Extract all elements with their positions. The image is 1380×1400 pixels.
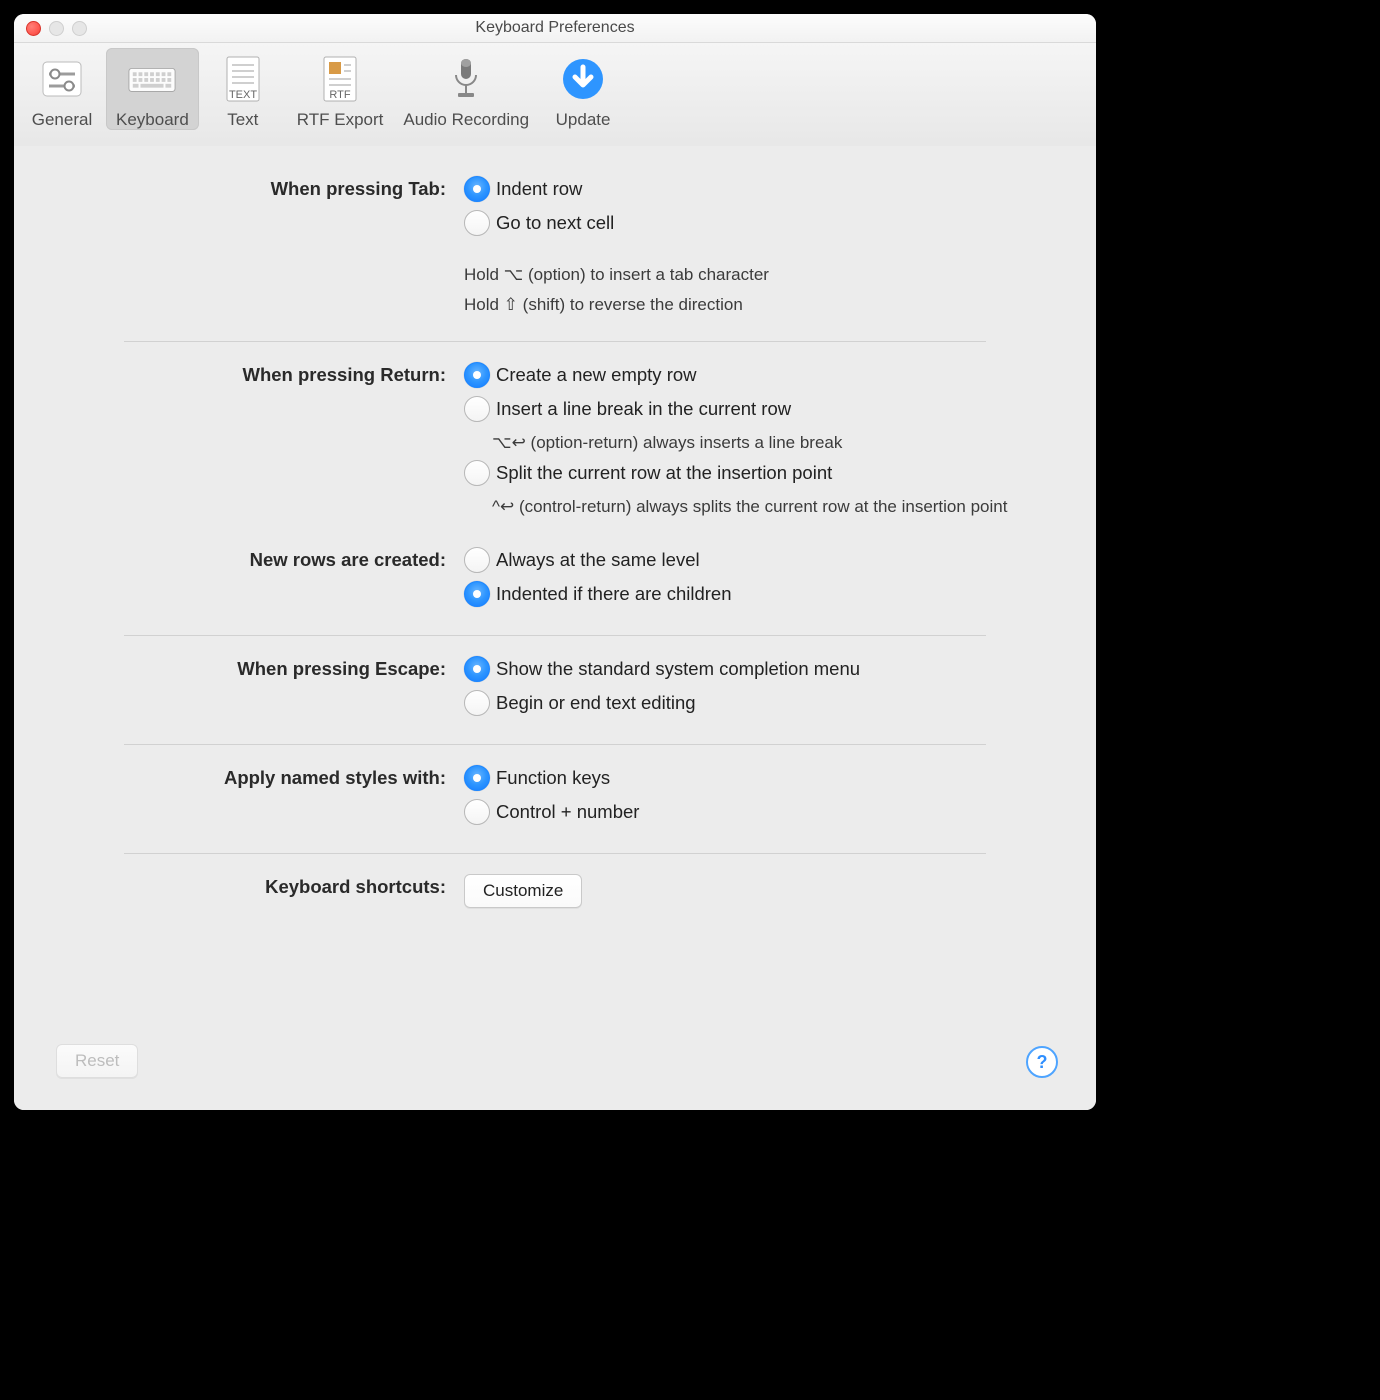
reset-button[interactable]: Reset <box>56 1044 138 1078</box>
divider <box>124 853 986 854</box>
tab-update[interactable]: Update <box>539 48 627 130</box>
tab-label: Update <box>556 110 611 130</box>
radio-label: Function keys <box>496 767 610 789</box>
label-pressing-escape: When pressing Escape: <box>44 656 446 680</box>
tab-text[interactable]: TEXT Text <box>199 48 287 130</box>
keyboard-icon <box>127 54 177 104</box>
tab-general[interactable]: General <box>18 48 106 130</box>
button-label: Reset <box>75 1051 119 1070</box>
radio-label: Create a new empty row <box>496 364 697 386</box>
help-button[interactable]: ? <box>1026 1046 1058 1078</box>
radio-create-new-empty-row[interactable]: Create a new empty row <box>464 362 1007 388</box>
tab-keyboard[interactable]: Keyboard <box>106 48 199 130</box>
tab-label: Keyboard <box>116 110 189 130</box>
svg-text:TEXT: TEXT <box>229 89 257 101</box>
divider <box>124 341 986 342</box>
tab-rtf-export[interactable]: RTF RTF Export <box>287 48 394 130</box>
tab-audio-recording[interactable]: Audio Recording <box>393 48 539 130</box>
content-area: When pressing Tab: Indent row Go to next… <box>14 146 1096 1110</box>
radio-icon <box>464 581 490 607</box>
radio-label: Begin or end text editing <box>496 692 696 714</box>
radio-split-current-row[interactable]: Split the current row at the insertion p… <box>464 460 1007 486</box>
radio-begin-end-editing[interactable]: Begin or end text editing <box>464 690 860 716</box>
reset-area: Reset <box>56 1044 138 1078</box>
hint-text: Hold ⌥ (option) to insert a tab characte… <box>464 262 769 288</box>
preferences-window: Keyboard Preferences General Keyboard TE… <box>14 14 1096 1110</box>
radio-icon <box>464 799 490 825</box>
rtf-file-icon: RTF <box>315 54 365 104</box>
radio-icon <box>464 176 490 202</box>
hint-text: ⌥↩ (option-return) always inserts a line… <box>492 430 1007 456</box>
radio-go-to-next-cell[interactable]: Go to next cell <box>464 210 769 236</box>
divider <box>124 635 986 636</box>
window-title: Keyboard Preferences <box>14 19 1096 37</box>
microphone-icon <box>441 54 491 104</box>
label-pressing-return: When pressing Return: <box>44 362 446 386</box>
radio-show-completion-menu[interactable]: Show the standard system completion menu <box>464 656 860 682</box>
svg-text:RTF: RTF <box>329 89 350 101</box>
radio-icon <box>464 690 490 716</box>
radio-label: Show the standard system completion menu <box>496 658 860 680</box>
tab-label: Text <box>227 110 258 130</box>
radio-always-same-level[interactable]: Always at the same level <box>464 547 732 573</box>
radio-label: Control + number <box>496 801 639 823</box>
radio-indented-if-children[interactable]: Indented if there are children <box>464 581 732 607</box>
radio-icon <box>464 362 490 388</box>
divider <box>124 744 986 745</box>
radio-icon <box>464 460 490 486</box>
sliders-icon <box>37 54 87 104</box>
radio-icon <box>464 547 490 573</box>
titlebar: Keyboard Preferences <box>14 14 1096 43</box>
label-keyboard-shortcuts: Keyboard shortcuts: <box>44 874 446 898</box>
radio-icon <box>464 396 490 422</box>
radio-label: Always at the same level <box>496 549 700 571</box>
radio-label: Indented if there are children <box>496 583 732 605</box>
radio-label: Insert a line break in the current row <box>496 398 791 420</box>
tab-label: RTF Export <box>297 110 384 130</box>
hint-text: Hold ⇧ (shift) to reverse the direction <box>464 292 769 318</box>
toolbar: General Keyboard TEXT Text RTF RTF Expor… <box>14 43 1096 151</box>
label-apply-named-styles: Apply named styles with: <box>44 765 446 789</box>
button-label: Customize <box>483 881 563 900</box>
text-file-icon: TEXT <box>218 54 268 104</box>
question-mark-icon: ? <box>1037 1052 1048 1073</box>
radio-icon <box>464 210 490 236</box>
radio-insert-line-break[interactable]: Insert a line break in the current row <box>464 396 1007 422</box>
radio-label: Go to next cell <box>496 212 614 234</box>
label-new-rows-created: New rows are created: <box>44 547 446 571</box>
radio-icon <box>464 765 490 791</box>
hint-text: ^↩ (control-return) always splits the cu… <box>492 494 1007 520</box>
radio-control-plus-number[interactable]: Control + number <box>464 799 639 825</box>
radio-label: Split the current row at the insertion p… <box>496 462 832 484</box>
tab-label: General <box>32 110 92 130</box>
customize-button[interactable]: Customize <box>464 874 582 908</box>
radio-label: Indent row <box>496 178 582 200</box>
radio-indent-row[interactable]: Indent row <box>464 176 769 202</box>
tab-label: Audio Recording <box>403 110 529 130</box>
download-arrow-icon <box>558 54 608 104</box>
radio-function-keys[interactable]: Function keys <box>464 765 639 791</box>
label-pressing-tab: When pressing Tab: <box>44 176 446 200</box>
radio-icon <box>464 656 490 682</box>
